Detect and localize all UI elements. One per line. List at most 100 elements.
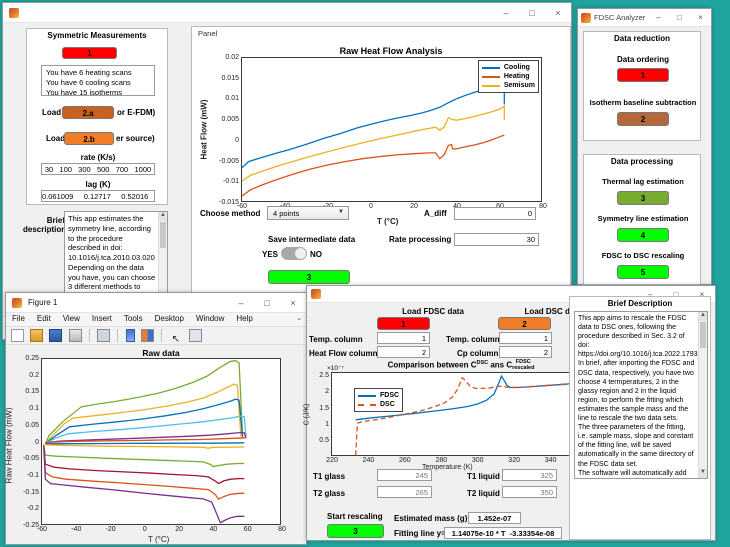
brief-description-label: Brief description (23, 216, 67, 234)
cp-column-label: Cp column (457, 349, 499, 358)
cp-column-input[interactable]: 2 (499, 346, 552, 358)
property-editor-icon[interactable] (188, 329, 202, 342)
menu-item-view[interactable]: View (57, 313, 86, 323)
menu-item-tools[interactable]: Tools (118, 313, 149, 323)
legend-line-fdsc (358, 394, 376, 397)
a-diff-input[interactable]: 0 (454, 207, 536, 220)
menu-item-insert[interactable]: Insert (86, 313, 118, 323)
fdsc-analyzer-window: FDSC Analyzer – □ × Data reduction Data … (577, 8, 712, 285)
temp-column-right-label: Temp. column (446, 335, 500, 344)
fdsc-rescaling-button-5[interactable]: 5 (617, 265, 669, 279)
load-data-button-1[interactable]: 1 (62, 47, 117, 59)
y-multiplier-label: ×10⁻⁷ (327, 365, 344, 372)
x-tick-label: 60 (243, 526, 252, 533)
new-figure-icon[interactable] (11, 329, 24, 342)
close-icon[interactable]: × (690, 9, 711, 27)
menu-item-desktop[interactable]: Desktop (149, 313, 190, 323)
menu-overflow-icon[interactable]: ⌄ (296, 314, 302, 322)
save-intermediate-label: Save intermediate data (268, 235, 356, 244)
figure1-toolbar: ↖ (6, 327, 306, 345)
estimated-mass-field: 1.452e-07 (468, 512, 521, 524)
symmetry-line-button-4[interactable]: 4 (617, 228, 669, 242)
brief-desc-scrollbar[interactable]: ▲ ▼ (698, 312, 707, 478)
brief-description-text[interactable]: This app aims to rescale the FDSC data t… (574, 311, 708, 479)
legend-line-semisum (481, 84, 500, 87)
series-Heating (241, 134, 505, 197)
symmetric-measurements-panel: Symmetric Measurements 1 You have 6 heat… (26, 28, 168, 205)
menu-item-edit[interactable]: Edit (31, 313, 57, 323)
isotherm-button-2[interactable]: 2 (617, 112, 669, 126)
scroll-up-icon[interactable]: ▲ (699, 312, 707, 321)
y-tick-label: -0.25 (23, 522, 39, 529)
data-cursor-icon[interactable]: ↖ (169, 333, 182, 346)
load-b-label-right: er source) (116, 134, 155, 143)
minimize-icon[interactable]: – (228, 293, 254, 313)
maximize-icon[interactable]: □ (669, 9, 690, 27)
maximize-icon[interactable]: □ (519, 3, 545, 23)
series-cooling-30 (45, 442, 245, 445)
open-file-icon[interactable] (30, 329, 44, 342)
legend-line-dsc (358, 403, 376, 406)
edit-plot-icon[interactable] (97, 329, 111, 342)
scroll-up-icon[interactable]: ▲ (159, 212, 167, 221)
x-tick-label: -20 (105, 526, 116, 533)
load-fdsc-button-1[interactable]: 1 (377, 317, 430, 330)
minimize-icon[interactable]: – (493, 3, 519, 23)
rate-processing-input[interactable]: 30 (454, 233, 539, 246)
figure1-menubar: File Edit View Insert Tools Desktop Window Help (6, 313, 306, 327)
load-fdsc-label: Load FDSC data (402, 307, 464, 316)
x-tick-label: 220 (326, 457, 338, 464)
comparison-title: Comparison between CDSC ans C FDSC rescale… (387, 359, 535, 371)
t2-liquid-input[interactable]: 350 (502, 486, 557, 498)
raw-data-axes: -60 -40 -20 0 20 40 60 80 -0.25 -0.2 -0.15 -0.1 -0.0… (23, 355, 286, 533)
load-dsc-button-2[interactable]: 2 (498, 317, 551, 330)
insert-colorbar-icon[interactable] (125, 329, 135, 342)
print-icon[interactable] (68, 329, 82, 342)
scroll-down-icon[interactable]: ▼ (699, 469, 707, 478)
comparison-legend: FDSC DSC (354, 388, 404, 412)
menu-item-help[interactable]: Help (230, 313, 258, 323)
heat-flow-column-input[interactable]: 2 (377, 346, 430, 358)
start-rescaling-button-3[interactable]: 3 (327, 524, 384, 538)
t1-glass-input[interactable]: 245 (377, 469, 432, 481)
y-tick-label: 0.015 (221, 74, 239, 82)
load-button-2b[interactable]: 2.b (64, 132, 114, 145)
rate-input[interactable]: 30 100 300 500 700 1000 (41, 163, 155, 175)
menu-item-file[interactable]: File (6, 313, 31, 323)
close-icon[interactable]: × (280, 293, 306, 313)
y-tick-label: 0.15 (25, 388, 39, 396)
y-tick-label: -0.2 (26, 505, 39, 513)
load-a-label-left: Load (42, 108, 62, 117)
thermal-lag-button-3[interactable]: 3 (617, 191, 669, 205)
x-tick-label: -60 (36, 526, 48, 533)
save-figure-icon[interactable] (49, 329, 63, 342)
t2-glass-input[interactable]: 265 (377, 486, 432, 498)
x-tick-label: 20 (175, 526, 184, 533)
temp-column-left-input[interactable]: 1 (377, 332, 430, 344)
series-heating-1000 (44, 360, 244, 445)
y-tick-label: -0.015 (219, 199, 239, 206)
lag-input[interactable]: 0.061009 0.12717 0.52016 0.6 (41, 190, 155, 202)
temp-column-right-input[interactable]: 1 (499, 332, 552, 344)
heat-flow-axes: -60-40-20020406080-0.015-0.01-0.00500.00… (219, 54, 547, 210)
menu-item-window[interactable]: Window (190, 313, 230, 323)
matlab-figure-icon (12, 298, 22, 308)
load-button-2a[interactable]: 2.a (62, 106, 114, 119)
heat-flow-column-label: Heat Flow column (309, 349, 378, 358)
t1-liquid-label: T1 liquid (467, 472, 500, 481)
data-ordering-button-1[interactable]: 1 (617, 68, 669, 82)
method-dropdown[interactable]: 4 points ▼ (267, 206, 349, 220)
maximize-icon[interactable]: □ (254, 293, 280, 313)
save-toggle[interactable] (281, 247, 307, 260)
comparison-ylabel: C (J/K) (303, 403, 311, 426)
figure1-window: Figure 1 – □ × File Edit View Insert Tools De… (5, 292, 307, 545)
chart-title-heat-flow: Raw Heat Flow Analysis (339, 46, 443, 56)
y-tick-label: -0.01 (223, 178, 239, 186)
figure1-titlebar: Figure 1 – □ × (6, 293, 306, 313)
process-button-3[interactable]: 3 (268, 270, 350, 284)
t1-liquid-input[interactable]: 325 (502, 469, 557, 481)
minimize-icon[interactable]: – (648, 9, 669, 27)
insert-legend-icon[interactable] (140, 329, 154, 342)
close-icon[interactable]: × (545, 3, 571, 23)
toggle-knob[interactable] (295, 248, 306, 259)
